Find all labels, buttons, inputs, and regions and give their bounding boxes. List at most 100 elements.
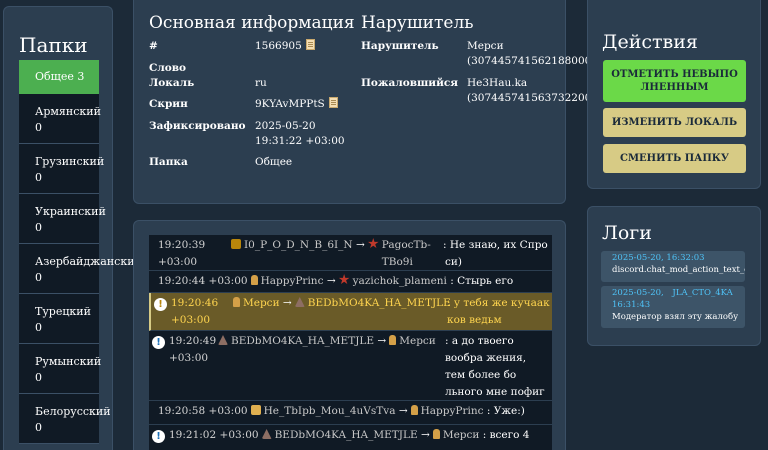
folder-item-romanian[interactable]: Румынский 0 [19, 344, 101, 394]
change-locale-button[interactable]: ИЗМЕНИТЬ ЛОКАЛЬ [603, 108, 746, 137]
reporter-id: (3074457415637322000) [467, 92, 603, 104]
msg-time-value: 19:20:46 [171, 297, 219, 309]
screen-value: 9KYAvMPPtS [255, 98, 325, 110]
info-panel: Основная информация Нарушитель # 1566905… [133, 0, 602, 204]
offender-value: Мерси (3074457415621880000) [467, 39, 602, 69]
arrow-icon: → [282, 297, 292, 309]
folders-panel: Папки Общее 3 Армянский 0 Грузинский 0 Укр… [3, 6, 142, 450]
folder-label: Папка [149, 156, 188, 168]
msg-from[interactable]: Мерси [243, 297, 280, 309]
msg-to[interactable]: PagocTb-TBo9i [382, 237, 431, 271]
log-text: Модератор взял эту жалобу [612, 312, 739, 322]
folder-count: 0 [35, 271, 42, 284]
folder-count: 0 [35, 221, 42, 234]
chat-panel: 19:20:39 +03:00 I0_P_O_D_N_B_6I_N → PagocT… [133, 220, 566, 450]
folder-label: Общее 3 [35, 70, 85, 83]
msg-text: Не знаю, их Спро си) [445, 239, 548, 268]
msg-route: Мерси → BEDbMO4KA_HA_METJLE [230, 295, 451, 312]
folder-item-turkish[interactable]: Турецкий 0 [19, 294, 99, 344]
msg-tz: +03:00 [158, 256, 198, 268]
msg-to[interactable]: Мерси [443, 429, 480, 441]
folder-label: Украинский [35, 205, 106, 218]
msg-text-wrap: : у тебя же кучаак ков ведьм [447, 297, 550, 326]
folder-item-belarusian[interactable]: Белорусский 0 [19, 394, 111, 444]
log-entry: 2025-05-20, 16:32:03 discord.chat_mod_ac… [601, 251, 745, 282]
copy-icon[interactable] [328, 97, 338, 108]
msg-text: Уже:) [493, 405, 525, 417]
folder-item-ukrainian[interactable]: Украинский 0 [19, 194, 106, 244]
msg-time: 19:21:02 +03:00 BEDbMO4KA_HA_METJLE → Мерс… [169, 429, 530, 441]
folder-item-georgian[interactable]: Грузинский 0 [19, 144, 104, 194]
folder-item-armenian[interactable]: Армянский 0 [19, 94, 101, 144]
msg-to[interactable]: yazichok_plameni [353, 275, 447, 287]
folder-value: Общее [255, 156, 293, 168]
locale-value: ru [255, 77, 267, 89]
avatar-icon [218, 335, 228, 345]
msg-tz: +03:00 [169, 352, 209, 364]
arrow-icon: → [355, 239, 365, 251]
actions-title: Действия [602, 31, 698, 53]
folder-list: Общее 3 Армянский 0 Грузинский 0 Украински… [19, 60, 142, 444]
change-folder-button[interactable]: СМЕНИТЬ ПАПКУ [603, 144, 746, 173]
folder-item-general[interactable]: Общее 3 [19, 60, 99, 94]
msg-from[interactable]: HappyPrinc [261, 275, 324, 287]
msg-from[interactable]: I0_P_O_D_N_B_6I_N [244, 239, 353, 251]
msg-from[interactable]: He_TbIpb_Mou_4uVsTva [264, 405, 396, 417]
avatar-icon [389, 335, 397, 345]
folders-title: Папки [19, 33, 88, 57]
chat-message: ! 19:20:49 +03:00 BEDbMO4KA_HA_METJLE → Ме… [149, 331, 552, 413]
fixed-date: 2025-05-20 [255, 120, 316, 132]
arrow-icon: → [421, 429, 430, 441]
msg-from[interactable]: BEDbMO4KA_HA_METJLE [275, 429, 418, 441]
fixed-label: Зафиксировано [149, 120, 246, 132]
screen-field: 9KYAvMPPtS [255, 97, 338, 112]
msg-to[interactable]: Мерси [399, 335, 436, 347]
folder-count: 0 [35, 371, 42, 384]
folder-count: 0 [35, 121, 42, 134]
log-time: 2025-05-20, 16:32:03 [612, 253, 705, 263]
chat-message: 19:20:44 +03:00 HappyPrinc → yazichok_plam… [149, 271, 552, 304]
reporter-name[interactable]: He3Hau.ka [467, 77, 527, 89]
msg-to[interactable]: HappyPrinc [421, 405, 484, 417]
screen-label: Скрин [149, 98, 188, 110]
avatar-icon [231, 239, 241, 249]
msg-tz: +03:00 [171, 314, 211, 326]
avatar-icon [250, 275, 258, 285]
msg-tz: +03:00 [208, 405, 248, 417]
msg-to[interactable]: BEDbMO4KA_HA_METJLE [308, 297, 451, 309]
folder-label: Армянский [35, 105, 101, 118]
alert-icon: ! [152, 430, 165, 443]
folder-label: Турецкий [35, 305, 91, 318]
alert-icon: ! [152, 336, 165, 349]
offender-label: Нарушитель [361, 40, 439, 52]
word-label: Слово [149, 62, 187, 74]
copy-icon[interactable] [305, 39, 315, 50]
fixed-value: 2025-05-20 19:31:22 +03:00 [255, 119, 345, 149]
id-field: 1566905 [255, 39, 315, 54]
log-entry: 2025-05-20, JLA_CTO_4KA 16:31:43 Модерат… [601, 286, 745, 328]
msg-text: у тебя же кучаак ков ведьм [447, 297, 550, 326]
offender-title: Нарушитель [361, 13, 474, 33]
msg-from[interactable]: BEDbMO4KA_HA_METJLE [231, 335, 374, 347]
chat-message-highlighted: ! 19:20:46 +03:00 Мерси → BEDbMO4KA_HA_MET… [149, 293, 552, 331]
log-author: JLA_CTO_4KA [672, 288, 733, 298]
chat-message: ! 19:21:02 +03:00 BEDbMO4KA_HA_METJLE → Ме… [149, 425, 552, 450]
arrow-icon: → [377, 335, 387, 347]
offender-name[interactable]: Мерси [467, 40, 504, 52]
log-time-2: 16:31:43 [612, 300, 651, 310]
msg-time-value: 19:20:49 [169, 335, 217, 347]
logs-title: Логи [602, 222, 652, 244]
avatar-icon [261, 429, 272, 439]
folder-label: Азербайджанский [35, 255, 142, 268]
avatar-icon [294, 297, 305, 307]
folder-item-azerbaijani[interactable]: Азербайджанский 0 [19, 244, 142, 294]
arrow-icon: → [326, 275, 336, 287]
msg-text: а до твоего вообра жения, тем более бо л… [445, 335, 545, 398]
msg-text-wrap: : Не знаю, их Спро си) [443, 239, 548, 268]
offender-id: (3074457415621880000) [467, 55, 603, 67]
mark-invalid-button[interactable]: ОТМЕТИТЬ НЕВЫПО ЛНЕННЫМ [603, 60, 746, 102]
chat-message: 19:20:39 +03:00 I0_P_O_D_N_B_6I_N → PagocT… [149, 235, 552, 271]
msg-time-value: 19:20:58 [158, 405, 206, 417]
msg-route: BEDbMO4KA_HA_METJLE → Мерси [215, 333, 436, 350]
alert-icon: ! [154, 298, 167, 311]
